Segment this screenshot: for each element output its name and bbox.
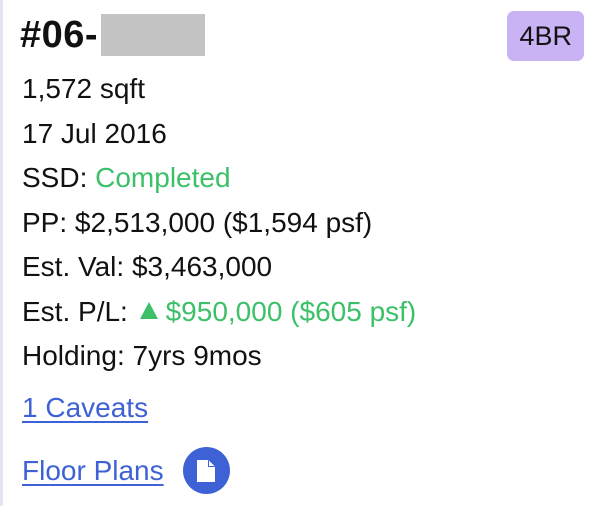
ssd-label: SSD: bbox=[22, 162, 88, 193]
ssd-line: SSD: Completed bbox=[22, 156, 416, 201]
pp-label: PP: bbox=[22, 206, 68, 238]
estimated-pl-line: Est. P/L: $950,000 ($605 psf) bbox=[22, 290, 416, 335]
pp-value: $2,513,000 ($1,594 psf) bbox=[74, 206, 373, 238]
holding-value: 7yrs 9mos bbox=[132, 340, 262, 371]
est-val-value: $3,463,000 bbox=[131, 251, 273, 282]
est-val-label: Est. Val: bbox=[22, 251, 125, 282]
triangle-up-icon bbox=[139, 301, 158, 319]
floor-plans-row: Floor Plans bbox=[22, 447, 230, 494]
floor-plans-link[interactable]: Floor Plans bbox=[22, 448, 164, 494]
purchase-price-line: PP: $2,513,000 ($1,594 psf) bbox=[22, 201, 416, 246]
bedroom-badge: 4BR bbox=[507, 11, 584, 61]
floor-plan-document-button[interactable] bbox=[182, 447, 230, 494]
details-list: 1,572 sqft 17 Jul 2016 SSD: Completed PP… bbox=[22, 67, 416, 379]
transaction-card: #06- 4BR 1,572 sqft 17 Jul 2016 SSD: Com… bbox=[0, 0, 601, 506]
unit-number: #06- bbox=[20, 14, 99, 56]
holding-label: Holding: bbox=[22, 340, 125, 371]
ssd-status: Completed bbox=[95, 162, 231, 193]
unit-header: #06- bbox=[20, 8, 206, 62]
est-pl-value: $950,000 ($605 psf) bbox=[165, 295, 417, 327]
holding-line: Holding: 7yrs 9mos bbox=[22, 334, 416, 379]
est-pl-label: Est. P/L: bbox=[22, 295, 128, 327]
date-line: 17 Jul 2016 bbox=[22, 117, 167, 149]
redacted-unit-block bbox=[101, 14, 206, 56]
size-line: 1,572 sqft bbox=[22, 73, 145, 104]
caveats-link[interactable]: 1 Caveats bbox=[22, 386, 148, 430]
document-icon bbox=[197, 459, 216, 482]
estimated-value-line: Est. Val: $3,463,000 bbox=[22, 245, 416, 290]
